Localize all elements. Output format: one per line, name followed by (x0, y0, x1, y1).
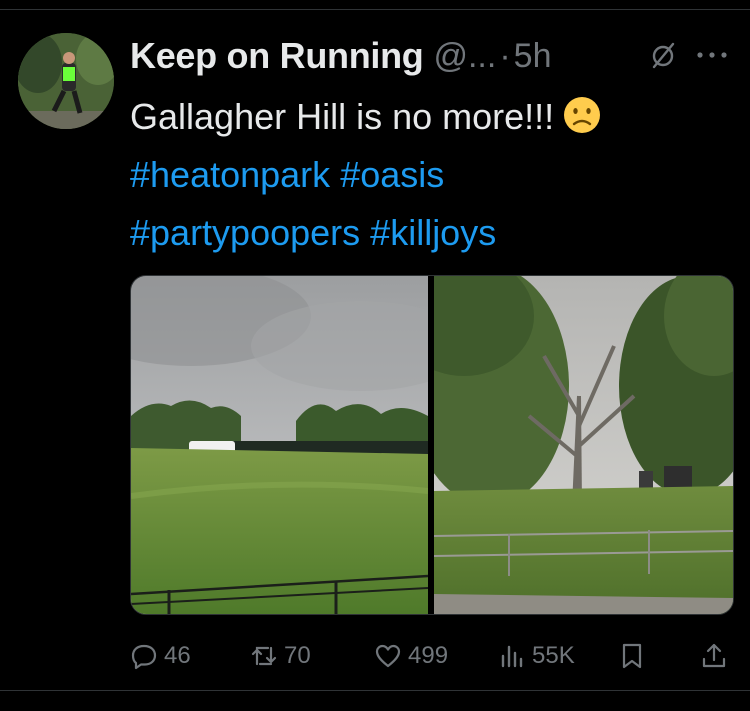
tweet-actions: 46 70 499 55K (130, 638, 730, 674)
hashtag-line-2: #partypoopers #killjoys (130, 204, 720, 262)
avatar-runner-image (18, 33, 114, 129)
park-trees-photo (434, 276, 733, 614)
author-display-name[interactable]: Keep on Running (130, 35, 424, 77)
tweet-body: Gallagher Hill is no more!!! #heatonpark… (130, 88, 720, 262)
more-options-icon[interactable] (694, 45, 730, 65)
reply-icon (131, 644, 157, 670)
separator-dot: · (499, 36, 511, 75)
tweet-timestamp[interactable]: 5h (514, 37, 552, 76)
share-button[interactable] (700, 638, 728, 674)
slightly-frowning-face-icon (564, 97, 601, 133)
repost-icon (251, 646, 277, 666)
tweet-text: Gallagher Hill is no more!!! (130, 96, 555, 137)
park-field-photo (131, 276, 428, 614)
like-button[interactable]: 499 (374, 638, 448, 674)
photo-1[interactable] (131, 276, 428, 614)
hashtag-line-1: #heatonpark #oasis (130, 146, 720, 204)
author-handle[interactable]: @... (433, 37, 496, 76)
repost-count: 70 (284, 642, 311, 669)
like-count: 499 (408, 642, 449, 669)
hashtag-heatonpark[interactable]: #heatonpark (130, 154, 330, 195)
views-count: 55K (532, 642, 575, 669)
views-button[interactable]: 55K (498, 638, 575, 674)
bottom-divider (0, 690, 750, 691)
heart-icon (375, 644, 401, 668)
repost-button[interactable]: 70 (250, 638, 311, 674)
share-icon (702, 643, 726, 668)
reply-button[interactable]: 46 (130, 638, 191, 674)
hashtag-partypoopers[interactable]: #partypoopers (130, 212, 360, 253)
bookmark-button[interactable] (618, 638, 646, 674)
grok-icon[interactable] (648, 40, 678, 70)
bookmark-icon (622, 643, 642, 669)
tweet-text-line: Gallagher Hill is no more!!! (130, 88, 720, 146)
media-gallery (130, 275, 734, 615)
tweet-header: Keep on Running @... · 5h (130, 34, 551, 78)
avatar[interactable] (18, 33, 114, 129)
hashtag-oasis[interactable]: #oasis (340, 154, 444, 195)
views-icon (501, 645, 523, 668)
photo-2[interactable] (434, 276, 733, 614)
hashtag-killjoys[interactable]: #killjoys (370, 212, 496, 253)
reply-count: 46 (164, 642, 191, 669)
top-divider (0, 9, 750, 10)
